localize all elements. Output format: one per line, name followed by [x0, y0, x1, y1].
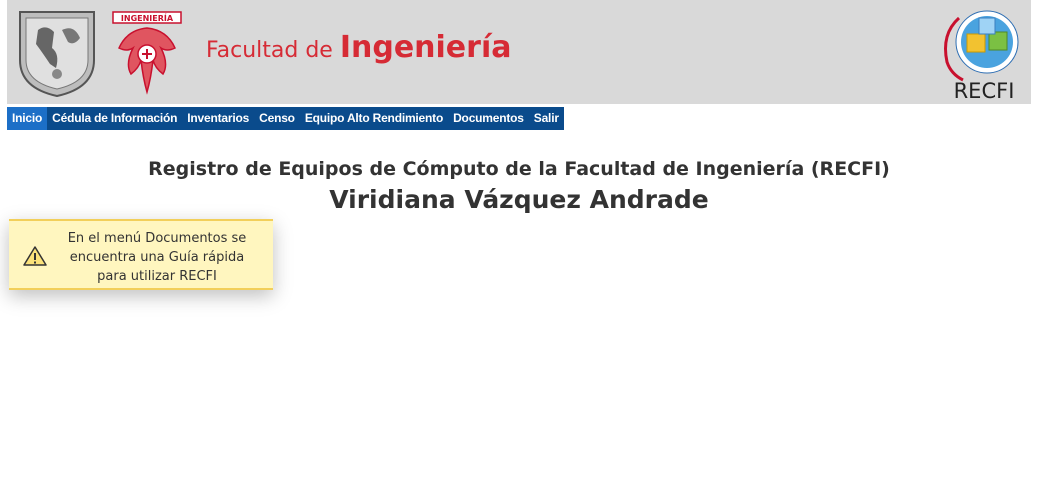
notice-line-3: para utilizar RECFI — [97, 269, 217, 284]
nav-item-inicio[interactable]: Inicio — [7, 107, 48, 130]
user-name: Viridiana Vázquez Andrade — [329, 185, 709, 214]
nav-item-salir[interactable]: Salir — [529, 107, 564, 130]
warning-icon — [23, 246, 47, 266]
faculty-prefix: Facultad de — [206, 38, 340, 63]
main-nav: Inicio Cédula de Información Inventarios… — [7, 107, 564, 130]
notice-text: En el menú Documentos se encuentra una G… — [51, 229, 263, 286]
nav-item-censo[interactable]: Censo — [254, 107, 300, 130]
page-title: Registro de Equipos de Cómputo de la Fac… — [148, 158, 890, 180]
notice-line-1: En el menú Documentos se — [67, 231, 247, 246]
notice-line-2: encuentra una Guía rápida — [69, 250, 245, 265]
header-banner: INGENIERÍA Facultad de Ingeniería RECFI — [7, 0, 1031, 104]
faculty-name: Facultad de Ingeniería — [206, 30, 511, 65]
nav-item-equipo-alto-rendimiento[interactable]: Equipo Alto Rendimiento — [300, 107, 448, 130]
faculty-main: Ingeniería — [339, 30, 512, 65]
nav-item-inventarios[interactable]: Inventarios — [182, 107, 254, 130]
nav-item-documentos[interactable]: Documentos — [448, 107, 529, 130]
svg-text:RECFI: RECFI — [954, 79, 1015, 102]
recfi-logo-icon: RECFI — [944, 10, 1019, 102]
unam-logo-icon — [19, 11, 95, 98]
fi-logo-icon: INGENIERÍA — [112, 11, 182, 95]
guide-notice: En el menú Documentos se encuentra una G… — [9, 219, 273, 290]
svg-text:INGENIERÍA: INGENIERÍA — [121, 12, 174, 23]
nav-item-cedula[interactable]: Cédula de Información — [47, 107, 182, 130]
